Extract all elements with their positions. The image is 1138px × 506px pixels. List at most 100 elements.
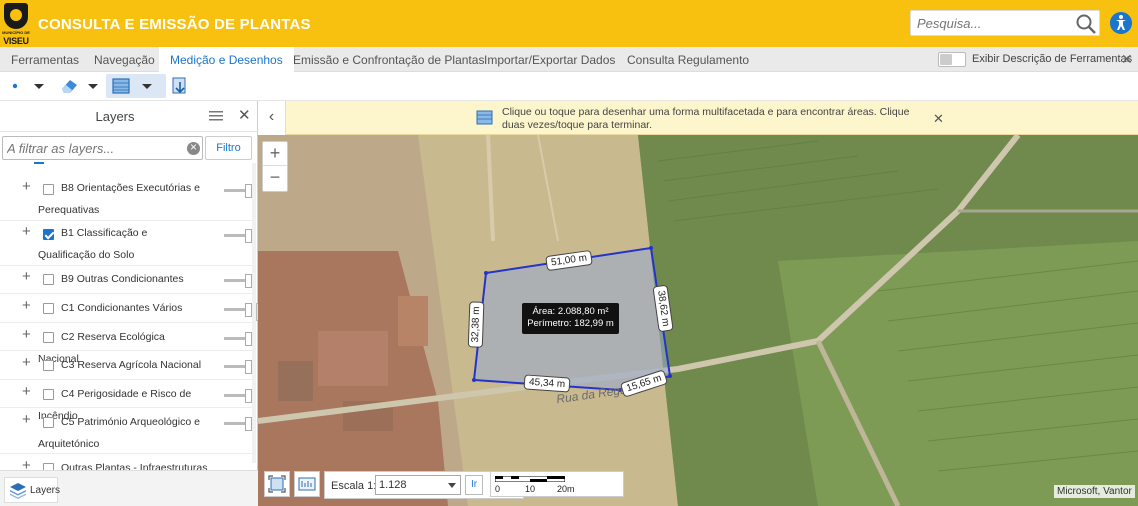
opacity-slider[interactable] — [224, 184, 252, 198]
layer-item: + C1 Condicionantes Vários — [0, 294, 254, 323]
layer-label: C5 Património Arqueológico e Arquitetóni… — [38, 416, 200, 450]
expand-icon[interactable]: + — [22, 326, 31, 343]
opacity-slider[interactable] — [224, 229, 252, 243]
area-measure-icon — [112, 78, 130, 94]
zoom-control: + − — [262, 141, 288, 192]
close-icon[interactable]: ✕ — [238, 106, 251, 124]
app-title: CONSULTA E EMISSÃO DE PLANTAS — [38, 16, 311, 33]
map-view[interactable]: Rua da Regueira 51,00 m 38,62 m 45,34 m … — [258, 101, 1138, 506]
area-measure-icon — [476, 110, 493, 125]
drawing-hint-text: Clique ou toque para desenhar uma forma … — [502, 106, 910, 131]
eraser-icon[interactable] — [58, 74, 80, 98]
hamburger-menu-icon[interactable] — [209, 110, 223, 122]
layer-label: Outras Plantas - Infraestruturas — [61, 462, 208, 471]
polygon-tool-group[interactable] — [106, 74, 166, 98]
layer-label: B1 Classificação e Qualificação do Solo — [38, 227, 148, 261]
search-box — [910, 10, 1100, 36]
area-tooltip: Área: 2.088,80 m² Perímetro: 182,99 m — [522, 303, 619, 334]
opacity-slider[interactable] — [224, 417, 252, 431]
satellite-imagery — [258, 101, 1138, 506]
measurement-left: 32,38 m — [467, 301, 485, 348]
crest-icon — [4, 3, 28, 29]
chevron-down-icon[interactable] — [86, 74, 100, 98]
tab-emissao-confrontacao[interactable]: Emissão e Confrontação de Plantas — [282, 47, 495, 72]
scale-bar-graphic — [495, 476, 565, 482]
point-tool-icon[interactable] — [8, 74, 22, 98]
tab-navegacao[interactable]: Navegação — [83, 47, 166, 72]
opacity-slider[interactable] — [224, 389, 252, 403]
layer-filter-box — [2, 136, 203, 160]
logo-city: VISEU — [3, 36, 29, 46]
scale-label: Escala 1: — [331, 480, 377, 492]
tab-consulta-regulamento[interactable]: Consulta Regulamento — [616, 47, 760, 72]
layer-item: + B8 Orientações Executórias e Perequati… — [0, 176, 254, 221]
partial-group-checkbox[interactable] — [34, 162, 44, 164]
arrow-divider-icon — [154, 74, 166, 98]
scale-ruler-icon — [298, 477, 316, 491]
layer-label: B8 Orientações Executórias e Perequativa… — [38, 182, 200, 216]
tool-description-toggle[interactable] — [938, 52, 966, 67]
layer-item: + B9 Outras Condicionantes — [0, 266, 254, 294]
layers-panel-header: Layers ✕ — [0, 101, 258, 132]
extent-button[interactable] — [264, 471, 290, 497]
accessibility-icon[interactable] — [1110, 12, 1132, 34]
tool-description-label: Exibir Descrição de Ferramentas — [972, 53, 1133, 65]
download-drawing-icon[interactable] — [170, 74, 190, 98]
zoom-out-button[interactable]: − — [263, 166, 287, 190]
apply-scale-button[interactable]: Ir — [465, 475, 483, 495]
layers-panel-title: Layers — [95, 109, 135, 124]
opacity-slider[interactable] — [224, 332, 252, 346]
expand-icon[interactable]: + — [22, 457, 31, 471]
layer-filter-input[interactable] — [7, 140, 177, 156]
layers-panel-footer: Layers — [0, 470, 258, 506]
perimeter-value: Perímetro: 182,99 m — [527, 318, 614, 329]
layer-item: + C3 Reserva Agrícola Nacional — [0, 351, 254, 380]
expand-icon[interactable]: + — [22, 354, 31, 371]
layers-panel: Layers ✕ Filtro + B8 Orientações Executó… — [0, 101, 258, 506]
opacity-slider[interactable] — [224, 274, 252, 288]
close-icon[interactable]: ✕ — [933, 111, 944, 127]
menu-bar: Ferramentas Navegação Medição e Desenhos… — [0, 47, 1138, 72]
tab-importar-exportar[interactable]: Importar/Exportar Dados — [473, 47, 626, 72]
search-input[interactable] — [917, 15, 1067, 32]
layer-item: + C5 Património Arqueológico e Arquitetó… — [0, 408, 254, 454]
layer-label: C1 Condicionantes Vários — [61, 302, 183, 314]
opacity-slider[interactable] — [224, 303, 252, 317]
full-extent-icon — [268, 475, 286, 493]
back-chevron-icon[interactable]: ‹ — [258, 101, 286, 135]
expand-icon[interactable]: + — [22, 178, 31, 195]
layers-stack-icon — [10, 483, 26, 499]
scale-tool-button[interactable] — [294, 471, 320, 497]
menu-close-icon[interactable]: ✕ — [1121, 51, 1133, 68]
logo-subtitle: MUNICÍPIO DE — [2, 30, 30, 35]
layer-item: + C4 Perigosidade e Risco de Incêndio — [0, 380, 254, 422]
layer-item: + B1 Classificação e Qualificação do Sol… — [0, 221, 254, 266]
layers-toggle-button[interactable]: Layers — [4, 477, 60, 503]
layer-item: + C2 Reserva Ecológica Nacional — [0, 323, 254, 365]
layer-label: B9 Outras Condicionantes — [61, 273, 184, 285]
zoom-in-button[interactable]: + — [263, 142, 287, 166]
search-icon[interactable] — [1075, 13, 1097, 35]
expand-icon[interactable]: + — [22, 383, 31, 400]
expand-icon[interactable]: + — [22, 297, 31, 314]
viseu-logo[interactable]: MUNICÍPIO DE VISEU — [2, 3, 30, 46]
tab-medicao-desenhos[interactable]: Medição e Desenhos — [159, 47, 294, 72]
chevron-down-icon[interactable] — [32, 74, 46, 98]
tab-ferramentas[interactable]: Ferramentas — [0, 47, 90, 72]
opacity-slider[interactable] — [224, 360, 252, 374]
expand-icon[interactable]: + — [22, 223, 31, 240]
map-attribution: Microsoft, Vantor — [1054, 485, 1135, 498]
app-header: MUNICÍPIO DE VISEU CONSULTA E EMISSÃO DE… — [0, 0, 1138, 47]
clear-filter-icon[interactable] — [187, 140, 200, 155]
chevron-down-icon — [142, 84, 152, 89]
expand-icon[interactable]: + — [22, 411, 31, 428]
layer-list: + B8 Orientações Executórias e Perequati… — [0, 162, 254, 471]
expand-icon[interactable]: + — [22, 268, 31, 285]
measurement-bottom-left: 45,34 m — [523, 374, 571, 393]
scale-tick-20: 20m — [557, 484, 575, 494]
drawing-toolbar — [0, 72, 1138, 101]
filter-button[interactable]: Filtro — [205, 136, 252, 160]
scale-tick-10: 10 — [525, 484, 536, 494]
scale-select[interactable]: 1.128 — [375, 475, 461, 495]
layer-item: + Outras Plantas - Infraestruturas — [0, 454, 254, 471]
